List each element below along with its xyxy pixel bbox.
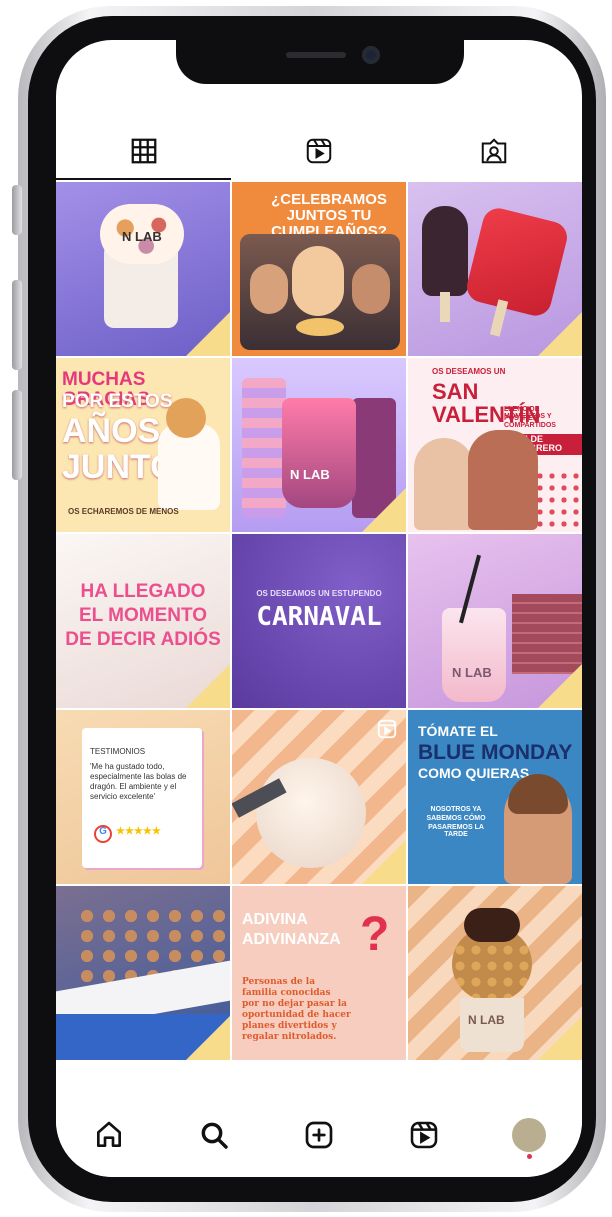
post-2[interactable]: ¿CELEBRAMOS JUNTOS TU CUMPLEAÑOS?	[232, 182, 406, 356]
post-10[interactable]: TESTIMONIOS 'Me ha gustado todo, especia…	[56, 710, 230, 884]
post-4-footer: OS ECHAREMOS DE MENOS	[68, 507, 179, 516]
reels-icon	[410, 1121, 438, 1148]
post-9[interactable]: N LAB	[408, 534, 582, 708]
post-3[interactable]	[408, 182, 582, 356]
volume-down-button	[12, 390, 22, 480]
post-1-logo: N LAB	[122, 229, 162, 244]
corner-badge	[186, 1016, 230, 1060]
bottom-nav	[56, 1100, 582, 1177]
post-4[interactable]: MUCHAS GRACIAS POR ESTOS AÑOS JUNTOS OS …	[56, 358, 230, 532]
corner-badge	[186, 312, 230, 356]
post-14-body-line-2: familia conocidas	[242, 988, 331, 998]
tab-reels[interactable]	[231, 122, 406, 180]
star-rating: ★★★★★	[116, 826, 161, 837]
testimonial-quote: 'Me ha gustado todo, especialmente las b…	[90, 762, 187, 801]
post-12-sub-line-1: NOSOTROS YA	[430, 806, 482, 813]
post-8[interactable]: OS DESEAMOS UN ESTUPENDO CARNAVAL	[232, 534, 406, 708]
post-2-caption: ¿CELEBRAMOS JUNTOS TU CUMPLEAÑOS?	[271, 191, 387, 240]
grid-icon	[131, 138, 156, 164]
nav-search[interactable]	[190, 1111, 238, 1159]
profile-tabs	[56, 122, 582, 180]
post-6-kicker: OS DESEAMOS UN	[432, 367, 506, 376]
post-8-kicker: OS DESEAMOS UN ESTUPENDO	[256, 589, 382, 598]
corner-badge	[538, 1016, 582, 1060]
post-14-body-line-4: oportunidad de hacer	[242, 1010, 351, 1020]
post-7-caption-line-3: DE DECIR ADIÓS	[65, 629, 221, 650]
tab-grid[interactable]	[56, 122, 231, 180]
post-12[interactable]: TÓMATE EL BLUE MONDAY COMO QUIERAS NOSOT…	[408, 710, 582, 884]
post-14-body-line-5: planes divertidos y	[242, 1021, 337, 1031]
nav-profile[interactable]	[505, 1111, 553, 1159]
nav-home[interactable]	[85, 1111, 133, 1159]
post-9-logo: N LAB	[452, 665, 492, 680]
post-11[interactable]	[232, 710, 406, 884]
front-camera	[362, 46, 380, 64]
volume-up-button	[12, 280, 22, 370]
tab-tagged[interactable]	[406, 122, 581, 180]
phone-screen: N LAB ¿CELEBRAMOS JUNTOS TU CUMPLEAÑOS? …	[56, 40, 582, 1177]
post-4-caption-line-3: AÑOS	[62, 412, 161, 450]
post-15[interactable]: N LAB	[408, 886, 582, 1060]
post-7[interactable]: HA LLEGADO EL MOMENTO DE DECIR ADIÓS	[56, 534, 230, 708]
post-14-body-line-1: Personas de la	[242, 977, 316, 987]
post-7-caption-line-1: HA LLEGADO	[80, 581, 206, 602]
corner-badge	[362, 840, 406, 884]
tagged-icon	[481, 138, 506, 164]
silent-switch	[12, 185, 22, 235]
google-icon: G	[94, 825, 112, 843]
search-icon	[201, 1122, 228, 1149]
post-12-caption-line-3: COMO QUIERAS	[418, 765, 530, 781]
home-icon	[96, 1121, 121, 1147]
notch	[176, 40, 464, 84]
plus-square-icon	[305, 1121, 333, 1148]
post-6[interactable]: OS DESEAMOS UN SAN VALENTÍN LLENO DE MOM…	[408, 358, 582, 532]
notification-dot	[527, 1153, 533, 1159]
post-7-caption-line-2: EL MOMENTO	[78, 605, 208, 626]
post-12-caption-line-2: BLUE MONDAY	[418, 741, 573, 764]
post-8-caption: CARNAVAL	[256, 602, 382, 632]
post-6-sub-line-2: POSTRES COMPARTIDOS	[504, 415, 556, 430]
post-5-logo: N LAB	[290, 467, 330, 482]
corner-badge	[538, 312, 582, 356]
corner-badge	[538, 664, 582, 708]
post-4-caption-line-2: POR ESTOS	[62, 391, 173, 412]
question-mark-icon: ?	[360, 908, 390, 961]
corner-badge	[362, 488, 406, 532]
post-12-caption-line-1: TÓMATE EL	[418, 723, 498, 739]
post-14-caption-line-1: ADIVINA	[242, 911, 308, 928]
testimonial-title: TESTIMONIOS	[90, 747, 146, 756]
post-14[interactable]: ADIVINA ADIVINANZA ? Personas de la fami…	[232, 886, 406, 1060]
nav-create[interactable]	[295, 1111, 343, 1159]
post-15-logo: N LAB	[468, 1013, 505, 1027]
corner-badge	[186, 664, 230, 708]
reels-icon	[306, 138, 331, 164]
avatar	[512, 1117, 547, 1152]
nav-reels[interactable]	[400, 1111, 448, 1159]
post-1[interactable]: N LAB	[56, 182, 230, 356]
post-14-body-line-3: por no dejar pasar la	[242, 999, 347, 1009]
post-14-body-line-6: regalar nitrolados.	[242, 1032, 337, 1042]
reel-indicator-icon	[377, 719, 397, 739]
post-13[interactable]	[56, 886, 230, 1060]
post-14-caption-line-2: ADIVINANZA	[242, 931, 341, 948]
post-12-sub-line-2: SABEMOS CÓMO	[426, 815, 486, 822]
post-5[interactable]: N LAB	[232, 358, 406, 532]
speaker	[286, 52, 346, 58]
post-12-sub-line-3: PASAREMOS LA TARDE	[428, 824, 484, 839]
